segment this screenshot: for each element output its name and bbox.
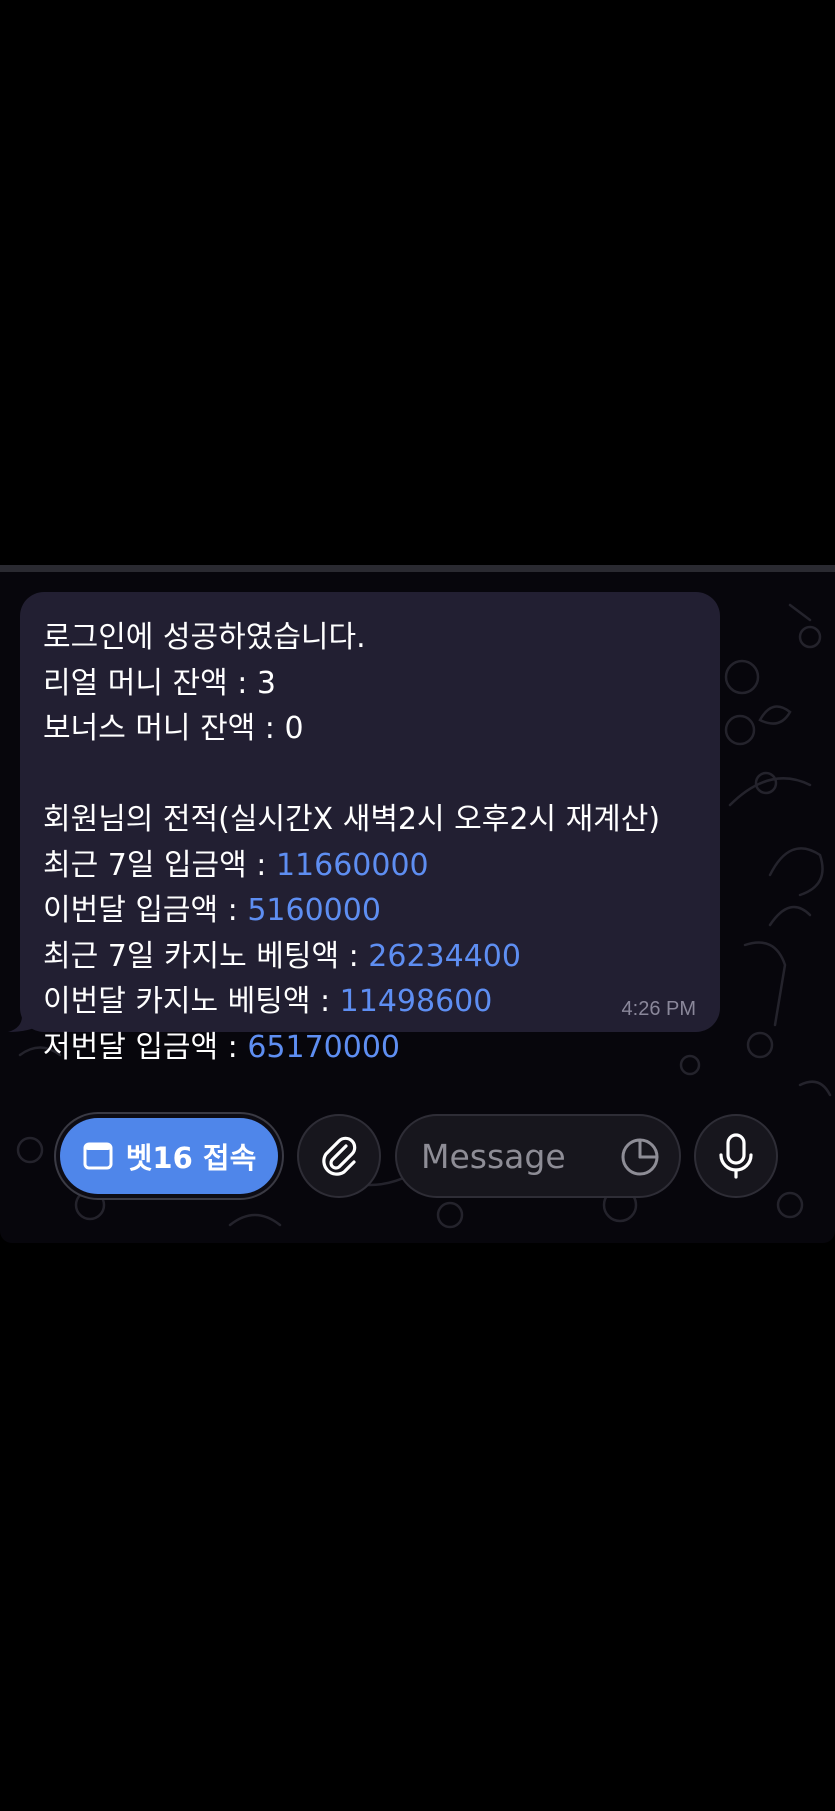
deposit-last-month-value[interactable]: 65170000: [247, 1030, 400, 1065]
message-timestamp: 4:26 PM: [621, 998, 696, 1020]
message-line-deposit-7days: 최근 7일 입금액 : 11660000: [43, 847, 429, 883]
input-bar: 벳16 접속: [0, 1097, 835, 1198]
deposit-this-month-value[interactable]: 5160000: [247, 893, 381, 928]
sticker-icon[interactable]: [619, 1136, 661, 1178]
message-field[interactable]: [395, 1114, 681, 1198]
message-line-bonus-money: 보너스 머니 잔액 : 0: [43, 711, 304, 746]
message-line-real-money: 리얼 머니 잔액 : 3: [43, 665, 276, 701]
message-line-casino-bet-this-month: 이번달 카지노 베팅액 : 11498600: [43, 984, 493, 1019]
chat-panel[interactable]: 로그인에 성공하였습니다. 리얼 머니 잔액 : 3 보너스 머니 잔액 : 0…: [0, 565, 835, 1243]
message-line-record-header: 회원님의 전적(실시간X 새벽2시 오후2시 재계산): [43, 802, 661, 837]
message-line-casino-bet-7days: 최근 7일 카지노 베팅액 : 26234400: [43, 938, 521, 974]
microphone-icon: [719, 1133, 753, 1179]
message-bubble[interactable]: 로그인에 성공하였습니다. 리얼 머니 잔액 : 3 보너스 머니 잔액 : 0…: [20, 592, 720, 1065]
message-input[interactable]: [421, 1116, 611, 1196]
bet16-connect-label: 벳16 접속: [125, 1141, 257, 1175]
mic-button[interactable]: [694, 1114, 778, 1198]
bet16-connect-button[interactable]: 벳16 접속: [60, 1118, 278, 1194]
message-line-deposit-last-month: 저번달 입금액 : 65170000: [43, 1029, 401, 1065]
attach-button[interactable]: [297, 1114, 381, 1198]
window-icon: [83, 1142, 113, 1170]
paperclip-icon: [322, 1136, 357, 1176]
screen: 로그인에 성공하였습니다. 리얼 머니 잔액 : 3 보너스 머니 잔액 : 0…: [0, 0, 835, 1811]
casino-bet-this-month-value[interactable]: 11498600: [340, 984, 493, 1019]
message-line-login: 로그인에 성공하였습니다.: [43, 620, 366, 655]
deposit-7days-value[interactable]: 11660000: [276, 848, 429, 883]
casino-bet-7days-value[interactable]: 26234400: [368, 939, 521, 974]
message-line-deposit-this-month: 이번달 입금액 : 5160000: [43, 893, 381, 928]
